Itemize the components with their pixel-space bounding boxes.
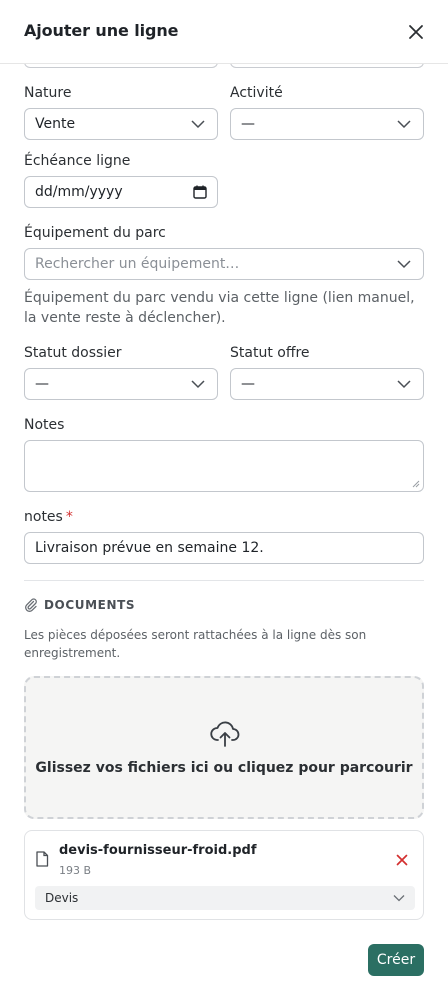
required-asterisk: *	[65, 509, 73, 525]
close-icon	[409, 25, 423, 39]
statut-offre-label: Statut offre	[230, 345, 310, 361]
remove-file-button[interactable]	[393, 851, 411, 869]
statut-dossier-value: —	[35, 376, 49, 392]
statut-offre-value: —	[241, 376, 255, 392]
dropzone-text: Glissez vos fichiers ici ou cliquez pour…	[35, 760, 413, 776]
paperclip-icon	[25, 598, 37, 612]
nature-select[interactable]: Vente	[24, 108, 218, 140]
cloud-upload-icon	[210, 721, 240, 747]
chevron-down-icon	[397, 120, 411, 129]
documents-description: Les pièces déposées seront rattachées à …	[24, 628, 367, 660]
nature-label: Nature	[24, 85, 72, 101]
echeance-date-input[interactable]: dd/mm/yyyy	[24, 176, 218, 208]
chevron-down-icon	[191, 380, 205, 389]
statut-offre-select[interactable]: —	[230, 368, 424, 400]
equipement-placeholder: Rechercher un équipement…	[35, 256, 240, 272]
remove-x-icon	[396, 854, 408, 866]
dialog-header: Ajouter une ligne	[0, 0, 448, 64]
activite-select[interactable]: —	[230, 108, 424, 140]
file-dropzone[interactable]: Glissez vos fichiers ici ou cliquez pour…	[24, 676, 424, 819]
chevron-down-icon	[397, 380, 411, 389]
echeance-value: dd/mm/yyyy	[35, 184, 123, 200]
file-type-value: Devis	[45, 891, 79, 905]
echeance-label: Échéance ligne	[24, 153, 131, 169]
chevron-down-icon	[393, 895, 405, 902]
statut-dossier-select[interactable]: —	[24, 368, 218, 400]
activite-label: Activité	[230, 85, 283, 101]
activite-value: —	[241, 116, 255, 132]
notes-area-label: Notes	[24, 417, 65, 433]
statut-dossier-label: Statut dossier	[24, 345, 122, 361]
notes-field-label-text: notes	[24, 509, 63, 525]
chevron-down-icon	[397, 260, 411, 269]
notes-field-input[interactable]: Livraison prévue en semaine 12.	[24, 532, 424, 564]
nature-value: Vente	[35, 116, 76, 132]
create-button[interactable]: Créer	[368, 944, 424, 976]
documents-heading-text: DOCUMENTS	[44, 598, 136, 612]
file-size: 193 B	[59, 864, 92, 877]
file-name: devis-fournisseur-froid.pdf	[59, 843, 257, 858]
documents-heading: DOCUMENTS	[24, 598, 135, 612]
close-button[interactable]	[404, 20, 428, 44]
equipement-help-text: Équipement du parc vendu via cette ligne…	[24, 290, 415, 326]
file-icon	[36, 851, 49, 867]
notes-field-value: Livraison prévue en semaine 12.	[35, 540, 264, 556]
file-type-select[interactable]: Devis	[35, 886, 415, 910]
file-item: devis-fournisseur-froid.pdf 193 B Devis	[24, 830, 424, 920]
notes-textarea[interactable]	[24, 440, 424, 492]
notes-field-label: notes *	[24, 509, 73, 525]
calendar-icon[interactable]	[193, 185, 207, 199]
equipement-search-select[interactable]: Rechercher un équipement…	[24, 248, 424, 280]
dialog-title: Ajouter une ligne	[24, 21, 179, 40]
equipement-label: Équipement du parc	[24, 225, 166, 241]
chevron-down-icon	[191, 120, 205, 129]
section-divider	[24, 580, 424, 581]
resize-handle-icon[interactable]	[412, 480, 420, 488]
